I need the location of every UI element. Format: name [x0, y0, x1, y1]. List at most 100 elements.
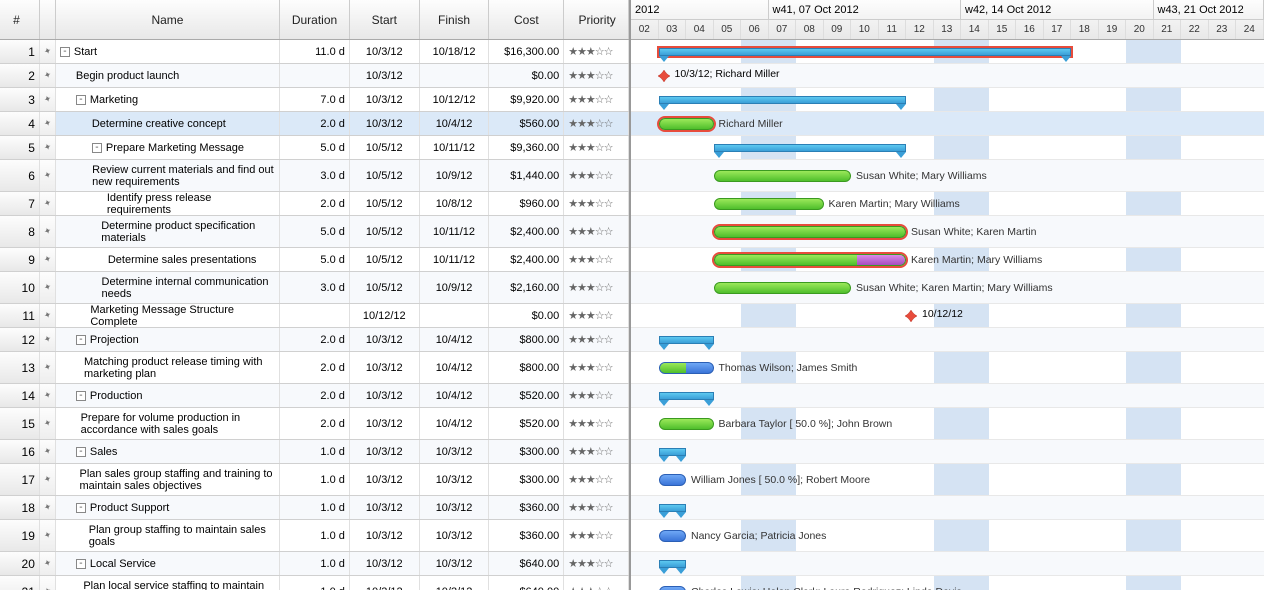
finish-cell[interactable]: 10/12/12 — [420, 88, 490, 111]
finish-cell[interactable]: 10/4/12 — [420, 384, 490, 407]
collapse-toggle-icon[interactable]: - — [76, 559, 86, 569]
cost-cell[interactable]: $800.00 — [489, 328, 564, 351]
cost-cell[interactable]: $360.00 — [489, 520, 564, 551]
duration-cell[interactable]: 2.0 d — [280, 384, 350, 407]
gantt-bar[interactable] — [659, 560, 687, 568]
start-cell[interactable]: 10/5/12 — [350, 192, 420, 215]
gantt-row[interactable]: Charles Lewis; Helen Clark; Laura Rodrig… — [631, 576, 1264, 590]
gantt-row[interactable] — [631, 40, 1264, 64]
priority-cell[interactable]: ★★★☆☆ — [564, 552, 629, 575]
cost-cell[interactable]: $0.00 — [489, 304, 564, 327]
cost-cell[interactable]: $2,400.00 — [489, 248, 564, 271]
collapse-toggle-icon[interactable]: - — [76, 503, 86, 513]
duration-cell[interactable]: 1.0 d — [280, 552, 350, 575]
row-number[interactable]: 4 — [0, 112, 40, 135]
priority-cell[interactable]: ★★★☆☆ — [564, 496, 629, 519]
gantt-bar[interactable]: Susan White; Karen Martin; Mary Williams — [714, 282, 852, 294]
start-cell[interactable]: 10/3/12 — [350, 464, 420, 495]
gantt-bar[interactable]: Nancy Garcia; Patricia Jones — [659, 530, 687, 542]
task-name-cell[interactable]: -Start — [56, 40, 280, 63]
duration-cell[interactable] — [280, 64, 350, 87]
priority-cell[interactable]: ★★★☆☆ — [564, 64, 629, 87]
row-number[interactable]: 15 — [0, 408, 40, 439]
task-name-cell[interactable]: Marketing Message Structure Complete — [56, 304, 280, 327]
priority-cell[interactable]: ★★★☆☆ — [564, 440, 629, 463]
finish-cell[interactable] — [420, 64, 490, 87]
table-row[interactable]: 5✦-Prepare Marketing Message5.0 d10/5/12… — [0, 136, 629, 160]
priority-cell[interactable]: ★★★☆☆ — [564, 88, 629, 111]
gantt-bar[interactable] — [659, 392, 714, 400]
priority-cell[interactable]: ★★★☆☆ — [564, 160, 629, 191]
table-row[interactable]: 15✦Prepare for volume production in acco… — [0, 408, 629, 440]
gantt-row[interactable]: Karen Martin; Mary Williams — [631, 248, 1264, 272]
priority-cell[interactable]: ★★★☆☆ — [564, 192, 629, 215]
finish-cell[interactable]: 10/3/12 — [420, 440, 490, 463]
priority-cell[interactable]: ★★★☆☆ — [564, 40, 629, 63]
task-name-cell[interactable]: Plan local service staffing to maintain … — [56, 576, 280, 590]
cost-cell[interactable]: $520.00 — [489, 408, 564, 439]
task-name-cell[interactable]: Plan sales group staffing and training t… — [56, 464, 280, 495]
col-header-duration[interactable]: Duration — [280, 0, 350, 39]
finish-cell[interactable]: 10/4/12 — [420, 112, 490, 135]
table-row[interactable]: 20✦-Local Service1.0 d10/3/1210/3/12$640… — [0, 552, 629, 576]
priority-cell[interactable]: ★★★☆☆ — [564, 248, 629, 271]
milestone-icon[interactable] — [657, 69, 671, 83]
start-cell[interactable]: 10/3/12 — [350, 112, 420, 135]
cost-cell[interactable]: $2,160.00 — [489, 272, 564, 303]
start-cell[interactable]: 10/3/12 — [350, 328, 420, 351]
col-header-name[interactable]: Name — [56, 0, 280, 39]
duration-cell[interactable]: 1.0 d — [280, 496, 350, 519]
duration-cell[interactable]: 2.0 d — [280, 352, 350, 383]
duration-cell[interactable]: 5.0 d — [280, 248, 350, 271]
finish-cell[interactable]: 10/4/12 — [420, 408, 490, 439]
duration-cell[interactable]: 5.0 d — [280, 136, 350, 159]
gantt-bar[interactable]: Thomas Wilson; James Smith — [659, 362, 714, 374]
gantt-row[interactable]: Susan White; Karen Martin — [631, 216, 1264, 248]
task-name-cell[interactable]: -Prepare Marketing Message — [56, 136, 280, 159]
col-header-num[interactable]: # — [0, 0, 40, 39]
gantt-row[interactable] — [631, 136, 1264, 160]
duration-cell[interactable]: 3.0 d — [280, 160, 350, 191]
task-name-cell[interactable]: Determine product specification material… — [56, 216, 280, 247]
task-name-cell[interactable]: Matching product release timing with mar… — [56, 352, 280, 383]
task-name-cell[interactable]: Plan group staffing to maintain sales go… — [56, 520, 280, 551]
row-number[interactable]: 18 — [0, 496, 40, 519]
task-name-cell[interactable]: -Local Service — [56, 552, 280, 575]
duration-cell[interactable]: 1.0 d — [280, 464, 350, 495]
duration-cell[interactable]: 2.0 d — [280, 192, 350, 215]
cost-cell[interactable]: $1,440.00 — [489, 160, 564, 191]
gantt-row[interactable] — [631, 88, 1264, 112]
table-row[interactable]: 9✦Determine sales presentations5.0 d10/5… — [0, 248, 629, 272]
duration-cell[interactable]: 2.0 d — [280, 408, 350, 439]
priority-cell[interactable]: ★★★☆☆ — [564, 384, 629, 407]
gantt-bar[interactable] — [659, 448, 687, 456]
row-number[interactable]: 21 — [0, 576, 40, 590]
row-number[interactable]: 16 — [0, 440, 40, 463]
row-number[interactable]: 12 — [0, 328, 40, 351]
finish-cell[interactable]: 10/11/12 — [420, 216, 490, 247]
gantt-row[interactable] — [631, 496, 1264, 520]
table-row[interactable]: 14✦-Production2.0 d10/3/1210/4/12$520.00… — [0, 384, 629, 408]
finish-cell[interactable]: 10/3/12 — [420, 464, 490, 495]
gantt-row[interactable]: Barbara Taylor [ 50.0 %]; John Brown — [631, 408, 1264, 440]
gantt-bar[interactable] — [659, 336, 714, 344]
cost-cell[interactable]: $800.00 — [489, 352, 564, 383]
gantt-row[interactable]: 10/3/12; Richard Miller — [631, 64, 1264, 88]
start-cell[interactable]: 10/3/12 — [350, 40, 420, 63]
task-name-cell[interactable]: Determine creative concept — [56, 112, 280, 135]
finish-cell[interactable]: 10/11/12 — [420, 248, 490, 271]
start-cell[interactable]: 10/3/12 — [350, 408, 420, 439]
table-row[interactable]: 4✦Determine creative concept2.0 d10/3/12… — [0, 112, 629, 136]
task-name-cell[interactable]: Review current materials and find out ne… — [56, 160, 280, 191]
priority-cell[interactable]: ★★★☆☆ — [564, 408, 629, 439]
row-number[interactable]: 1 — [0, 40, 40, 63]
finish-cell[interactable]: 10/3/12 — [420, 520, 490, 551]
gantt-bar[interactable]: Barbara Taylor [ 50.0 %]; John Brown — [659, 418, 714, 430]
table-row[interactable]: 8✦Determine product specification materi… — [0, 216, 629, 248]
row-number[interactable]: 19 — [0, 520, 40, 551]
row-number[interactable]: 10 — [0, 272, 40, 303]
cost-cell[interactable]: $2,400.00 — [489, 216, 564, 247]
gantt-row[interactable] — [631, 552, 1264, 576]
duration-cell[interactable] — [280, 304, 350, 327]
gantt-bar[interactable] — [659, 504, 687, 512]
